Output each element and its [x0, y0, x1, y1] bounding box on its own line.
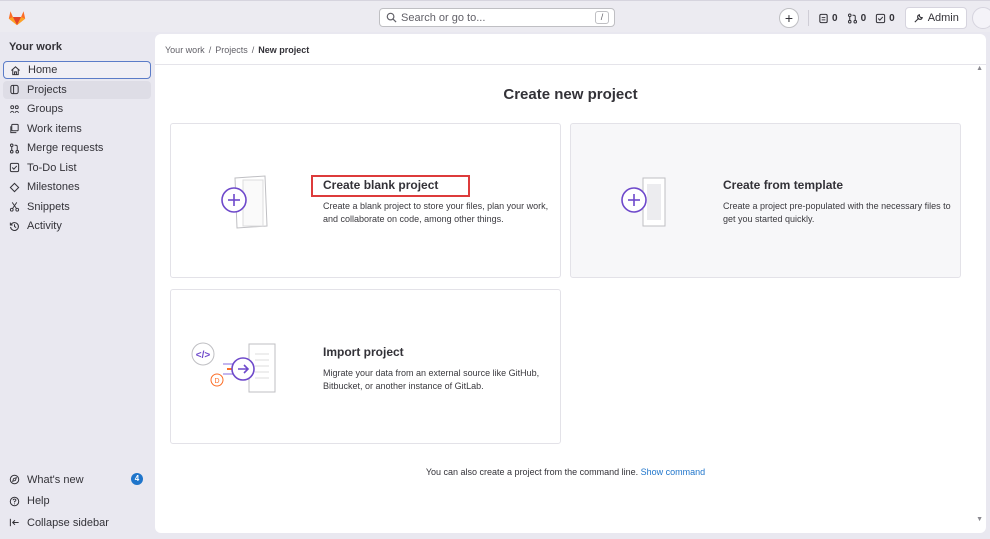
sidebar-item-merge-requests[interactable]: Merge requests — [3, 139, 151, 157]
breadcrumb-item-current[interactable]: New project — [258, 45, 309, 55]
breadcrumb-separator: / — [251, 45, 255, 55]
project-icon — [8, 84, 20, 96]
breadcrumb-divider — [155, 64, 986, 65]
template-illustration-icon — [617, 174, 677, 233]
create-new-button[interactable]: + — [779, 8, 799, 28]
sidebar-item-label: Milestones — [27, 181, 80, 193]
search-icon — [386, 12, 397, 23]
scroll-up-arrow-icon[interactable]: ▲ — [976, 65, 983, 72]
work-items-icon — [8, 123, 20, 135]
sidebar-item-label: Help — [27, 495, 50, 507]
breadcrumb-item-projects[interactable]: Projects — [215, 45, 248, 55]
sidebar-item-label: Projects — [27, 83, 67, 96]
card-description: Migrate your data from an external sourc… — [323, 368, 540, 391]
gitlab-logo-icon[interactable] — [6, 8, 28, 26]
search-shortcut-key: / — [595, 11, 609, 24]
blank-project-illustration-icon — [217, 174, 277, 233]
collapse-sidebar-button[interactable]: Collapse sidebar — [3, 513, 151, 532]
merge-request-icon — [847, 13, 857, 23]
card-title[interactable]: Create from template — [723, 178, 843, 192]
sidebar-item-projects[interactable]: Projects — [3, 80, 151, 99]
command-line-hint-text: You can also create a project from the c… — [425, 467, 639, 477]
top-bar: Search or go to... / + 0 0 0 Admin — [0, 0, 990, 32]
svg-text:</>: </> — [196, 350, 211, 361]
sidebar-item-label: Groups — [27, 103, 64, 115]
whats-new-badge: 4 — [131, 473, 143, 485]
create-from-template-card[interactable]: Create from template Create a project pr… — [570, 123, 961, 278]
page-title: Create new project — [503, 86, 638, 103]
create-blank-project-card[interactable]: Create blank project Create a blank proj… — [170, 123, 561, 278]
admin-button[interactable]: Admin — [904, 7, 967, 29]
breadcrumb-item-your-work[interactable]: Your work — [165, 45, 205, 55]
history-icon — [8, 220, 20, 232]
import-illustration-icon: </> D — [189, 340, 281, 399]
search-input[interactable]: Search or go to... / — [379, 8, 615, 27]
admin-label: Admin — [927, 12, 959, 24]
sidebar-item-work-items[interactable]: Work items — [3, 120, 151, 138]
card-description: Create a project pre-populated with the … — [723, 201, 951, 224]
home-icon — [9, 64, 21, 76]
sidebar-item-activity[interactable]: Activity — [3, 217, 151, 235]
divider — [808, 10, 809, 26]
user-avatar[interactable] — [971, 7, 990, 29]
command-line-hint: You can also create a project from the c… — [155, 467, 976, 477]
sidebar-item-whats-new[interactable]: What's new 4 — [3, 470, 151, 489]
sidebar-item-milestones[interactable]: Milestones — [3, 178, 151, 196]
sidebar-footer: What's new 4 Help Collapse sidebar — [3, 470, 151, 535]
card-title[interactable]: Import project — [323, 345, 404, 359]
sidebar-item-label: Home — [28, 64, 58, 76]
import-project-card[interactable]: </> D Import project Migrate your data f… — [170, 289, 561, 444]
plus-icon: + — [784, 10, 794, 26]
issues-icon — [819, 13, 828, 23]
main-content: Your work / Projects / New project ▲ ▼ C… — [155, 34, 986, 533]
sidebar-nav: Home Projects Groups Work items Merge re… — [3, 61, 151, 237]
sidebar-item-snippets[interactable]: Snippets — [3, 198, 151, 216]
sidebar-item-label: Activity — [27, 220, 62, 232]
sidebar-item-label: What's new — [27, 473, 84, 486]
highlight-box — [311, 175, 470, 197]
snippet-icon — [8, 201, 20, 213]
todos-counter-button[interactable]: 0 — [875, 13, 895, 24]
sidebar-item-label: Snippets — [27, 200, 70, 213]
merge-request-icon — [8, 142, 20, 154]
sidebar-item-label: To-Do List — [27, 161, 77, 174]
issues-counter-button[interactable]: 0 — [818, 13, 838, 24]
collapse-icon — [8, 517, 20, 529]
breadcrumb: Your work / Projects / New project — [165, 45, 309, 55]
whats-new-icon — [8, 474, 20, 486]
todo-icon — [875, 13, 886, 23]
card-description: Create a blank project to store your fil… — [323, 201, 549, 224]
svg-text:D: D — [214, 378, 219, 385]
issues-count: 0 — [832, 12, 838, 24]
milestone-icon — [8, 181, 20, 193]
admin-wrench-icon — [914, 13, 923, 23]
show-command-link[interactable]: Show command — [641, 467, 706, 477]
sidebar-title: Your work — [9, 41, 62, 53]
merge-requests-count: 0 — [860, 12, 867, 24]
search-placeholder: Search or go to... — [401, 11, 486, 24]
help-icon — [8, 495, 20, 507]
sidebar-item-todo-list[interactable]: To-Do List — [3, 159, 151, 177]
sidebar-item-label: Collapse sidebar — [27, 516, 109, 529]
todos-count: 0 — [889, 12, 895, 24]
sidebar-item-home[interactable]: Home — [3, 61, 151, 79]
group-icon — [8, 103, 20, 115]
top-right-actions: + 0 0 0 Admin — [776, 7, 990, 29]
todo-icon — [8, 162, 20, 174]
scroll-down-arrow-icon[interactable]: ▼ — [976, 516, 983, 523]
merge-requests-counter-button[interactable]: 0 — [847, 12, 867, 24]
sidebar: Your work Home Projects Groups Work item… — [0, 32, 154, 539]
sidebar-item-help[interactable]: Help — [3, 492, 151, 511]
sidebar-item-label: Merge requests — [27, 142, 104, 154]
sidebar-item-groups[interactable]: Groups — [3, 100, 151, 118]
breadcrumb-separator: / — [208, 45, 212, 55]
sidebar-item-label: Work items — [27, 122, 82, 135]
